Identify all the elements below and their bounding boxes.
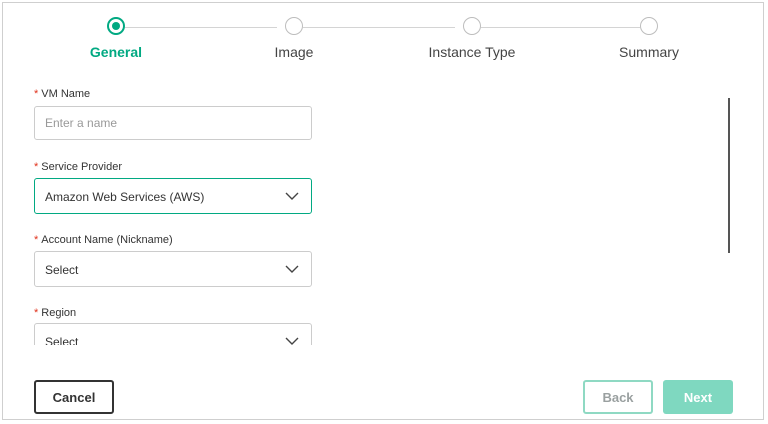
required-mark: * xyxy=(34,161,39,173)
chevron-down-icon xyxy=(285,337,299,345)
select-value: Amazon Web Services (AWS) xyxy=(45,190,205,204)
chevron-down-icon xyxy=(285,265,299,273)
region-select[interactable]: Select xyxy=(34,323,312,345)
account-name-label: * Account Name (Nickname) xyxy=(34,234,173,246)
service-provider-select[interactable]: Amazon Web Services (AWS) xyxy=(34,178,312,214)
account-name-select[interactable]: Select xyxy=(34,251,312,287)
step-label: Instance Type xyxy=(428,44,516,60)
step-pending-icon xyxy=(463,17,481,35)
step-pending-icon xyxy=(640,17,658,35)
required-mark: * xyxy=(34,88,39,100)
required-mark: * xyxy=(34,307,39,319)
select-value: Select xyxy=(45,335,79,345)
form-scrollbar[interactable] xyxy=(728,98,730,253)
vm-name-input[interactable] xyxy=(34,106,312,140)
step-connector xyxy=(303,27,455,28)
general-form: *VM Name *Service Provider Amazon Web Se… xyxy=(34,0,324,345)
service-provider-label: * Service Provider xyxy=(34,161,122,173)
back-button[interactable]: Back xyxy=(583,380,653,414)
vm-name-label: * VM Name xyxy=(34,88,91,100)
chevron-down-icon xyxy=(285,192,299,200)
region-label: * Region xyxy=(34,307,77,319)
step-connector xyxy=(481,27,640,28)
required-mark: * xyxy=(34,234,39,246)
step-label: Summary xyxy=(619,44,679,60)
select-value: Select xyxy=(45,263,79,277)
cancel-button[interactable]: Cancel xyxy=(34,380,114,414)
next-button[interactable]: Next xyxy=(663,380,733,414)
